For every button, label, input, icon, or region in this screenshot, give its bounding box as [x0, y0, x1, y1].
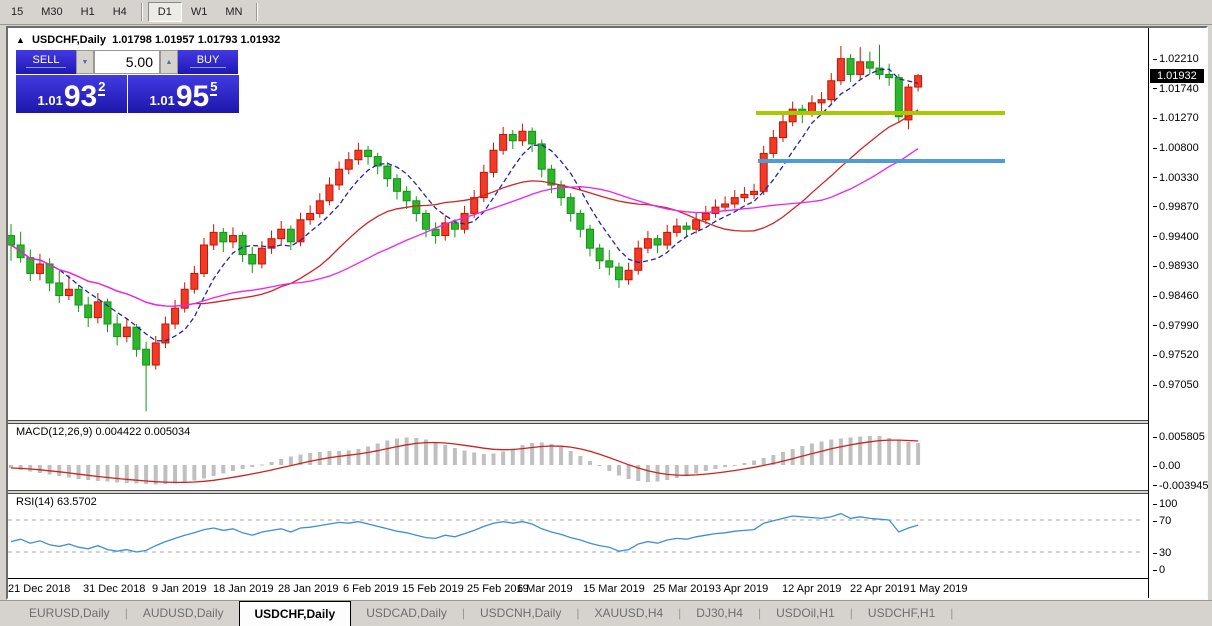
- date-label: 25 Mar 2019: [653, 583, 715, 595]
- tab-usdcnh-daily[interactable]: USDCNH,Daily: [465, 601, 576, 626]
- toolbar-separator: [256, 3, 258, 21]
- volume-decrease-button[interactable]: ▼: [76, 50, 94, 74]
- price-tick: 1.00800: [1153, 142, 1199, 154]
- collapse-triangle-icon[interactable]: ▲: [16, 35, 25, 45]
- date-label: 21 Dec 2018: [8, 583, 70, 595]
- chart-ohlc-values: 1.01798 1.01957 1.01793 1.01932: [112, 34, 280, 46]
- date-label: 6 Mar 2019: [517, 583, 573, 595]
- timeframe-button-mn[interactable]: MN: [216, 3, 251, 21]
- tab-eurusd-daily[interactable]: EURUSD,Daily: [14, 601, 125, 626]
- date-label: 3 Apr 2019: [715, 583, 768, 595]
- volume-increase-button[interactable]: ▲: [160, 50, 178, 74]
- tab-usdchf-daily[interactable]: USDCHF,Daily: [239, 601, 352, 626]
- buy-button[interactable]: BUY: [178, 50, 238, 74]
- date-label: 12 Apr 2019: [782, 583, 841, 595]
- date-label: 15 Mar 2019: [583, 583, 645, 595]
- buy-price-big: 95: [176, 84, 209, 110]
- price-tick: 0.98930: [1153, 260, 1199, 272]
- rsi-label: RSI(14) 63.5702: [16, 496, 97, 508]
- rsi-tick: 100: [1153, 498, 1177, 510]
- rsi-tick: 30: [1153, 547, 1171, 559]
- timeframe-button-d1[interactable]: D1: [148, 2, 182, 22]
- date-axis[interactable]: 21 Dec 2018 31 Dec 2018 9 Jan 2019 18 Jan 2…: [8, 578, 1148, 598]
- price-tick: 0.99870: [1153, 201, 1199, 213]
- date-label: 18 Jan 2019: [213, 583, 274, 595]
- price-tick: 1.00330: [1153, 172, 1199, 184]
- rsi-line: [11, 514, 918, 552]
- sell-button[interactable]: SELL: [16, 50, 76, 74]
- rsi-tick: 70: [1153, 515, 1171, 527]
- date-label: 15 Feb 2019: [402, 583, 464, 595]
- date-label: 31 Dec 2018: [83, 583, 145, 595]
- tab-usdchf-h1[interactable]: USDCHF,H1: [853, 601, 950, 626]
- date-label: 6 Feb 2019: [343, 583, 399, 595]
- date-label: 1 May 2019: [910, 583, 967, 595]
- one-click-trading-panel: SELL ▼ 5.00 ▲ BUY 1.01 93 2 1.01 95 5: [16, 50, 240, 113]
- tab-separator: |: [950, 601, 953, 626]
- timeframe-button-w1[interactable]: W1: [182, 3, 217, 21]
- price-tick: 0.97520: [1153, 349, 1199, 361]
- volume-input[interactable]: 5.00: [94, 50, 160, 74]
- current-price-marker: 1.01932: [1150, 69, 1204, 83]
- timeframe-toolbar: 15M30H1H4 D1W1MN: [0, 0, 1212, 25]
- chart-title: ▲ USDCHF,Daily 1.01798 1.01957 1.01793 1…: [16, 34, 280, 46]
- sell-price-prefix: 1.01: [38, 93, 63, 108]
- tab-xauusd-h4[interactable]: XAUUSD,H4: [579, 601, 678, 626]
- price-tick: 0.97990: [1153, 320, 1199, 332]
- price-tick: 1.02210: [1153, 53, 1199, 65]
- sell-price-button[interactable]: 1.01 93 2: [16, 75, 127, 113]
- macd-label: MACD(12,26,9) 0.004422 0.005034: [16, 426, 190, 438]
- price-tick: 1.01740: [1153, 83, 1199, 95]
- date-label: 28 Jan 2019: [278, 583, 339, 595]
- chart-symbol: USDCHF,Daily: [32, 34, 106, 46]
- buy-price-button[interactable]: 1.01 95 5: [128, 75, 239, 113]
- buy-price-pip: 5: [210, 79, 217, 96]
- tab-dj30-h4[interactable]: DJ30,H4: [681, 601, 758, 626]
- price-tick: 0.99400: [1153, 231, 1199, 243]
- timeframe-button-m30[interactable]: M30: [32, 3, 71, 21]
- date-label: 22 Apr 2019: [850, 583, 909, 595]
- macd-tick: -0.003945: [1153, 480, 1209, 492]
- date-label: 9 Jan 2019: [152, 583, 206, 595]
- price-tick: 1.01270: [1153, 112, 1199, 124]
- buy-price-prefix: 1.01: [150, 93, 175, 108]
- macd-tick: 0.005805: [1153, 431, 1205, 443]
- rsi-tick: 0: [1153, 564, 1165, 576]
- tab-audusd-daily[interactable]: AUDUSD,Daily: [128, 601, 239, 626]
- price-axis[interactable]: 1.02210 1.01740 1.01270 1.00800 1.00330 0.998…: [1148, 28, 1206, 598]
- sell-price-pip: 2: [98, 79, 105, 96]
- toolbar-separator: [141, 3, 143, 21]
- macd-tick: 0.00: [1153, 460, 1180, 472]
- price-tick: 0.98460: [1153, 290, 1199, 302]
- chart-tab-bar: EURUSD,Daily|AUDUSD,DailyUSDCHF,DailyUSD…: [0, 600, 1212, 626]
- timeframe-button-15[interactable]: 15: [2, 3, 32, 21]
- sell-price-big: 93: [64, 84, 97, 110]
- timeframe-button-h1[interactable]: H1: [72, 3, 104, 21]
- tab-usdcad-daily[interactable]: USDCAD,Daily: [351, 601, 462, 626]
- tab-usdoil-h1[interactable]: USDOil,H1: [761, 601, 850, 626]
- price-tick: 0.97050: [1153, 379, 1199, 391]
- rsi-subwindow[interactable]: [8, 494, 1148, 578]
- timeframe-button-h4[interactable]: H4: [104, 3, 136, 21]
- chart-window: 21 Dec 2018 31 Dec 2018 9 Jan 2019 18 Jan 2…: [6, 26, 1208, 600]
